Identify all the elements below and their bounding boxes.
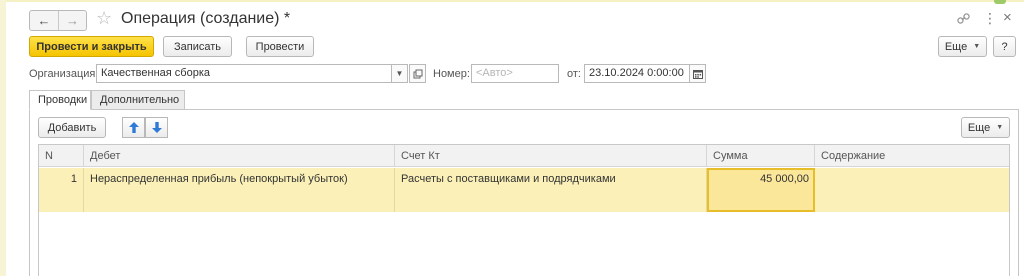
entries-table: N Дебет Счет Кт Сумма Содержание 1 Нерас…	[38, 144, 1010, 276]
organization-open-icon[interactable]	[409, 64, 426, 83]
tab-entries[interactable]: Проводки	[29, 90, 91, 110]
cell-credit-account[interactable]: Расчеты с поставщиками и подрядчиками	[395, 168, 707, 212]
move-down-icon[interactable]	[145, 117, 168, 138]
number-field[interactable]: <Авто>	[471, 64, 559, 83]
post-button[interactable]: Провести	[246, 36, 314, 57]
column-header-n[interactable]: N	[39, 145, 84, 167]
more-button-label: Еще	[944, 40, 968, 53]
organization-dropdown-icon[interactable]: ▼	[391, 64, 408, 83]
post-and-close-button[interactable]: Провести и закрыть	[29, 36, 154, 57]
cell-debit[interactable]: Нераспределенная прибыль (непокрытый убы…	[84, 168, 395, 212]
help-button[interactable]: ?	[993, 36, 1016, 57]
calendar-icon[interactable]	[689, 64, 706, 83]
table-more-label: Еще	[967, 121, 991, 134]
cell-sum[interactable]: 45 000,00	[707, 168, 815, 212]
page-title: Операция (создание) *	[121, 10, 291, 27]
column-header-content[interactable]: Содержание	[815, 145, 1009, 167]
number-label: Номер:	[433, 68, 470, 80]
dropdown-caret-icon: ▼	[973, 43, 981, 50]
forward-arrow-icon[interactable]: →	[58, 11, 86, 30]
navigation-buttons: ← →	[29, 10, 87, 31]
tab-additional[interactable]: Дополнительно	[91, 90, 185, 110]
table-header: N Дебет Счет Кт Сумма Содержание	[39, 145, 1009, 167]
date-label: от:	[567, 68, 581, 80]
back-arrow-icon[interactable]: ←	[30, 11, 58, 30]
cell-content[interactable]	[815, 168, 1009, 212]
dropdown-caret-icon: ▼	[996, 124, 1004, 131]
close-icon[interactable]: ×	[1003, 9, 1012, 26]
cell-n[interactable]: 1	[39, 168, 84, 212]
link-icon[interactable]	[957, 12, 970, 28]
window-corner-marker	[994, 0, 1006, 4]
add-row-button[interactable]: Добавить	[38, 117, 106, 138]
column-header-sum[interactable]: Сумма	[707, 145, 815, 167]
more-button[interactable]: Еще ▼	[938, 36, 987, 57]
document-window: ← → ☆ Операция (создание) * ⋮ × Провести…	[0, 0, 1024, 276]
date-field[interactable]: 23.10.2024 0:00:00	[584, 64, 690, 83]
table-row[interactable]: 1 Нераспределенная прибыль (непокрытый у…	[39, 168, 1009, 212]
more-actions-icon[interactable]: ⋮	[983, 10, 997, 27]
favorite-star-icon[interactable]: ☆	[96, 8, 112, 28]
save-button[interactable]: Записать	[163, 36, 232, 57]
column-header-debit[interactable]: Дебет	[84, 145, 395, 167]
window-left-edge	[0, 0, 6, 276]
window-top-line	[0, 0, 1024, 2]
move-up-icon[interactable]	[122, 117, 145, 138]
organization-field[interactable]: Качественная сборка	[96, 64, 392, 83]
column-header-credit-account[interactable]: Счет Кт	[395, 145, 707, 167]
organization-label: Организация:	[29, 68, 99, 80]
table-more-button[interactable]: Еще ▼	[961, 117, 1010, 138]
